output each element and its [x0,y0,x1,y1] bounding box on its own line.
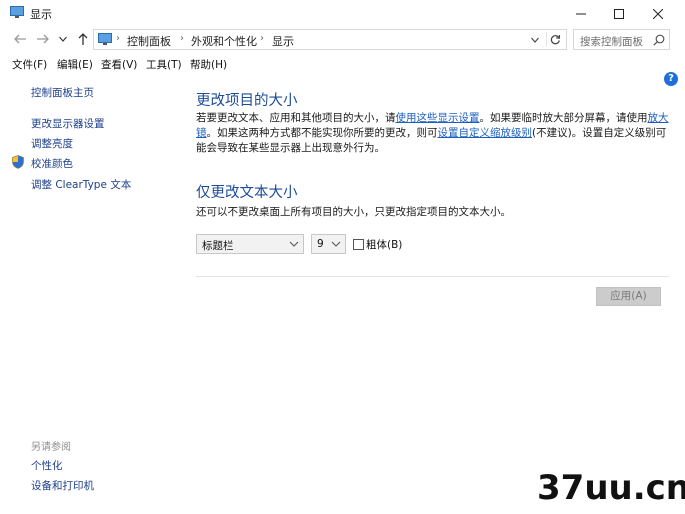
custom-scaling-link[interactable]: 设置自定义缩放级别 [438,127,533,139]
chevron-down-icon [289,241,299,247]
menu-bar: 文件(F) 编辑(E) 查看(V) 工具(T) 帮助(H) [0,55,685,72]
breadcrumb-separator-icon: › [116,33,120,44]
breadcrumb-control-panel[interactable]: 控制面板 [127,33,171,49]
sidebar-item-devices-printers[interactable]: 设备和打印机 [31,478,94,493]
sidebar-item-brightness[interactable]: 调整亮度 [31,136,73,151]
address-dropdown-button[interactable] [528,32,542,47]
item-select[interactable]: 标题栏 [196,234,304,254]
section-title-text-size: 仅更改文本大小 [196,185,298,201]
sidebar-item-home[interactable]: 控制面板主页 [31,85,94,100]
minimize-button[interactable] [562,0,600,27]
menu-file[interactable]: 文件(F) [12,57,47,72]
help-icon[interactable]: ? [664,72,678,86]
font-size-select[interactable]: 9 [311,234,346,254]
menu-tools[interactable]: 工具(T) [146,57,182,72]
see-also-heading: 另请参阅 [31,442,71,453]
sidebar-item-cleartype[interactable]: 调整 ClearType 文本 [31,177,131,192]
apply-button[interactable]: 应用(A) [596,287,661,306]
section-title-change-size: 更改项目的大小 [196,93,298,109]
watermark: 37uu.cn [537,468,685,508]
display-app-icon [10,6,24,18]
display-settings-link[interactable]: 使用这些显示设置 [396,112,480,124]
back-arrow-icon [14,34,26,44]
chevron-down-icon [331,241,341,247]
chevron-down-icon [59,36,67,42]
sidebar-item-display-settings[interactable]: 更改显示器设置 [31,116,105,131]
description-text: 。如果这两种方式都不能实现你所要的更改，则可 [206,127,438,139]
breadcrumb-appearance[interactable]: 外观和个性化 [191,33,257,49]
sidebar-item-personalization[interactable]: 个性化 [31,458,63,473]
divider [196,276,669,277]
bold-checkbox-label[interactable]: 粗体(B) [366,237,402,252]
item-select-value: 标题栏 [202,240,234,252]
refresh-button[interactable] [546,32,564,47]
close-icon [653,8,663,19]
menu-view[interactable]: 查看(V) [101,57,137,72]
maximize-button[interactable] [600,0,638,27]
uac-shield-icon [12,155,24,169]
minimize-icon [576,13,586,14]
breadcrumb-separator-icon: › [260,33,264,44]
section-description-text-size: 还可以不更改桌面上所有项目的大小，只更改指定项目的文本大小。 [196,206,511,218]
chevron-down-icon [531,37,539,43]
address-bar[interactable]: › 控制面板 › 外观和个性化 › 显示 [93,29,567,50]
refresh-icon [550,34,561,45]
forward-arrow-icon [37,34,49,44]
title-bar: 显示 [0,0,685,27]
recent-locations-button[interactable] [58,31,68,47]
forward-button[interactable] [35,31,51,47]
menu-edit[interactable]: 编辑(E) [57,57,93,72]
control-panel-icon [98,33,112,45]
breadcrumb-separator-icon: › [180,33,184,44]
search-input[interactable]: 搜索控制面板 [573,29,670,50]
description-text: 。如果要临时放大部分屏幕，请使用 [479,112,648,124]
close-button[interactable] [639,0,677,27]
up-arrow-icon [78,33,88,45]
navigation-bar: › 控制面板 › 外观和个性化 › 显示 搜索控制面板 [0,27,685,53]
breadcrumb-display[interactable]: 显示 [272,33,294,49]
section-description-change-size: 若要更改文本、应用和其他项目的大小，请使用这些显示设置。如果要临时放大部分屏幕，… [196,111,671,156]
sidebar-item-calibrate-color[interactable]: 校准颜色 [31,156,73,171]
font-size-value: 9 [317,238,324,250]
back-button[interactable] [12,31,28,47]
search-icon [653,34,665,46]
menu-help[interactable]: 帮助(H) [190,57,227,72]
window-title: 显示 [30,8,52,21]
up-button[interactable] [75,31,91,47]
bold-checkbox[interactable] [353,239,364,250]
search-placeholder: 搜索控制面板 [580,36,643,48]
description-text: 若要更改文本、应用和其他项目的大小，请 [196,112,396,124]
maximize-icon [614,8,624,19]
